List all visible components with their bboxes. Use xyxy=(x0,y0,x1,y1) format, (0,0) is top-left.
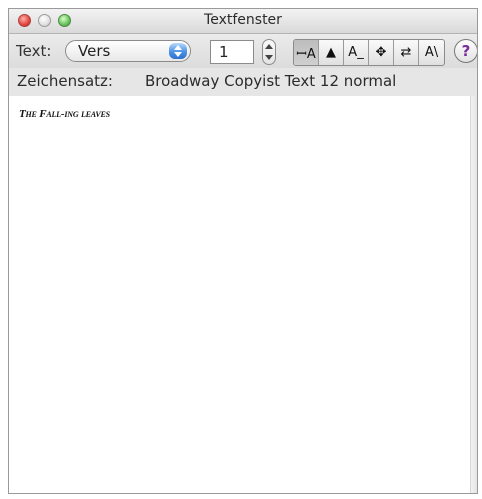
select-arrows-icon xyxy=(169,43,187,59)
toolbar: Text: Vers 1 ꟷA ▲ A_ ✥ ⇄ A\ ? xyxy=(9,34,477,68)
text-editor-area[interactable]: The Fall-ing leaves xyxy=(9,96,477,493)
font-value: Broadway Copyist Text 12 normal xyxy=(145,72,397,90)
text-label: Text: xyxy=(16,42,52,60)
verse-number-value: 1 xyxy=(219,43,229,61)
verse-number-field[interactable]: 1 xyxy=(210,40,254,64)
verse-number-stepper[interactable] xyxy=(262,39,276,65)
swap-arrows-icon[interactable]: ⇄ xyxy=(394,40,419,65)
tool-buttons: ꟷA ▲ A_ ✥ ⇄ A\ xyxy=(293,39,445,66)
arrow-pointer-icon[interactable]: ▲ xyxy=(319,40,344,65)
text-cursor-tool-icon[interactable]: ꟷA xyxy=(294,40,319,65)
title-bar[interactable]: Textfenster xyxy=(9,9,477,34)
text-style-icon[interactable]: A\ xyxy=(419,40,444,65)
vertical-scrollbar[interactable] xyxy=(470,96,477,493)
move-icon[interactable]: ✥ xyxy=(369,40,394,65)
text-baseline-icon[interactable]: A_ xyxy=(344,40,369,65)
text-type-select[interactable]: Vers xyxy=(65,40,191,62)
lyrics-text[interactable]: The Fall-ing leaves xyxy=(19,108,110,120)
window-title: Textfenster xyxy=(204,12,282,28)
help-button[interactable]: ? xyxy=(454,39,477,63)
font-info-bar: Zeichensatz: Broadway Copyist Text 12 no… xyxy=(9,68,477,97)
font-label: Zeichensatz: xyxy=(17,72,113,90)
text-type-value: Vers xyxy=(78,42,111,60)
text-window: Textfenster Text: Vers 1 ꟷA ▲ A_ ✥ ⇄ A\ … xyxy=(8,8,478,494)
